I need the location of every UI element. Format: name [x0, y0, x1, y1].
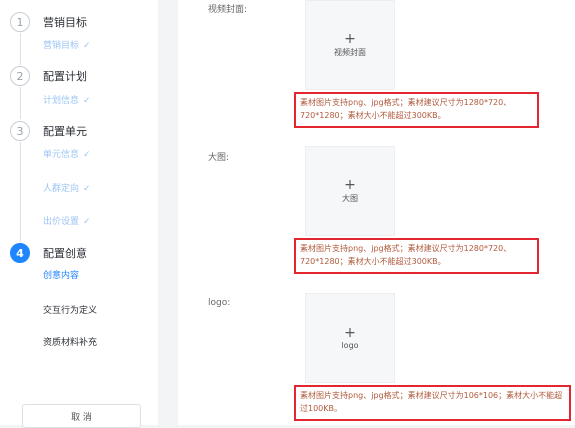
plus-icon: + — [344, 30, 356, 47]
substep-creative-content[interactable]: 创意内容 — [43, 268, 79, 281]
check-icon: ✓ — [83, 217, 91, 227]
large-image-label: 大图: — [208, 153, 230, 163]
step-3: 3 配置单元 — [10, 121, 87, 141]
check-icon: ✓ — [83, 96, 91, 106]
substep-audience-targeting[interactable]: 人群定向 ✓ — [43, 181, 91, 194]
video-cover-upload[interactable]: + 视频封面 — [305, 0, 395, 90]
substep-bid-settings[interactable]: 出价设置 ✓ — [43, 214, 91, 227]
cancel-button[interactable]: 取 消 — [22, 404, 141, 428]
step-title-2: 配置计划 — [43, 70, 87, 83]
step-connector — [20, 142, 21, 242]
step-title-4: 配置创意 — [43, 247, 87, 260]
substep-plan-info[interactable]: 计划信息 ✓ — [43, 93, 91, 106]
step-number-1: 1 — [10, 12, 30, 32]
step-1: 1 营销目标 — [10, 12, 87, 32]
large-image-hint: 素材图片支持png、jpg格式；素材建议尺寸为1280*720、720*1280… — [294, 238, 539, 274]
logo-upload[interactable]: + logo — [305, 293, 395, 383]
logo-hint: 素材图片支持png、jpg格式；素材建议尺寸为106*106；素材大小不能超过1… — [294, 385, 571, 421]
step-number-2: 2 — [10, 66, 30, 86]
substep-unit-info[interactable]: 单元信息 ✓ — [43, 147, 91, 160]
upload-label: 视频封面 — [334, 47, 366, 57]
plus-icon: + — [344, 324, 356, 341]
creative-form: 视频封面: + 视频封面 素材图片支持png、jpg格式；素材建议尺寸为1280… — [178, 0, 575, 425]
step-number-3: 3 — [10, 121, 30, 141]
step-number-4: 4 — [10, 243, 30, 263]
step-4: 4 配置创意 — [10, 243, 87, 263]
plus-icon: + — [344, 176, 356, 193]
step-title-1: 营销目标 — [43, 16, 87, 29]
substep-interaction-definition[interactable]: 交互行为定义 — [43, 303, 97, 316]
step-2: 2 配置计划 — [10, 66, 87, 86]
steps-sidebar: 1 营销目标 营销目标 ✓ 2 配置计划 计划信息 ✓ 3 配置单元 单元信息 ✓ 人… — [0, 0, 158, 428]
step-connector — [20, 87, 21, 119]
check-icon: ✓ — [83, 41, 91, 51]
logo-label: logo: — [208, 298, 231, 308]
upload-label: logo — [341, 340, 359, 350]
upload-label: 大图 — [342, 193, 358, 203]
video-cover-label: 视频封面: — [208, 5, 248, 15]
large-image-upload[interactable]: + 大图 — [305, 146, 395, 236]
video-cover-hint: 素材图片支持png、jpg格式；素材建议尺寸为1280*720、720*1280… — [294, 92, 539, 128]
substep-marketing-goal[interactable]: 营销目标 ✓ — [43, 38, 91, 51]
step-connector — [20, 33, 21, 65]
substep-qualification-materials[interactable]: 资质材料补充 — [43, 335, 97, 348]
check-icon: ✓ — [83, 150, 91, 160]
step-title-3: 配置单元 — [43, 125, 87, 138]
check-icon: ✓ — [83, 184, 91, 194]
